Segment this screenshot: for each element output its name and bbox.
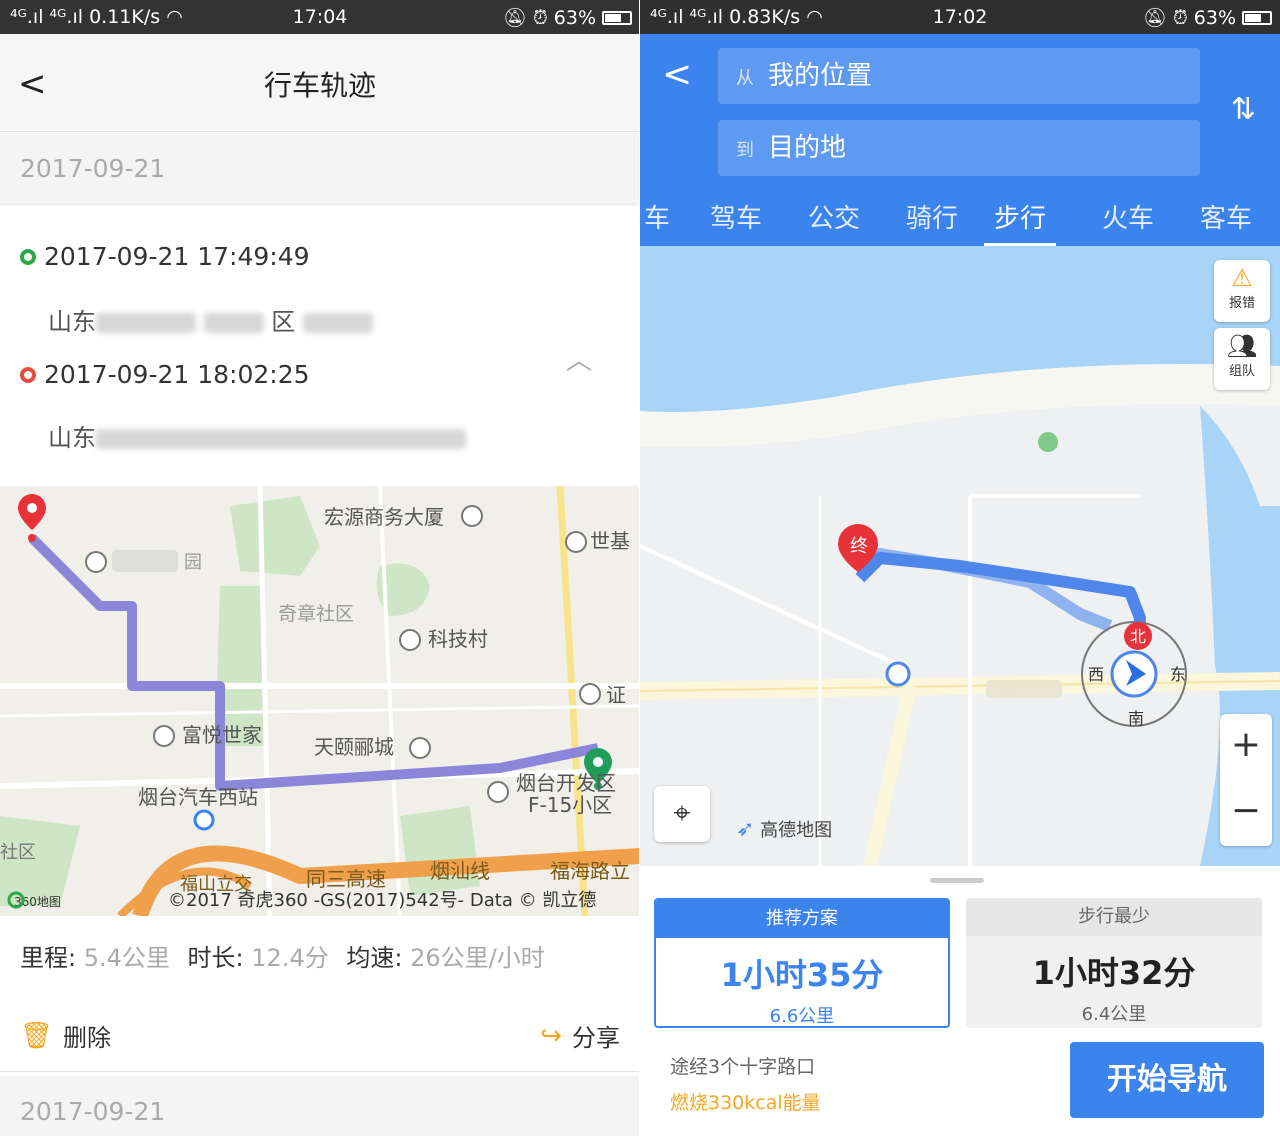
amap-logo-icon: ➶ bbox=[736, 817, 755, 842]
start-dot-icon bbox=[20, 248, 36, 265]
svg-text:东: 东 bbox=[1170, 665, 1186, 684]
map-copyright: ©2017 奇虎360 -GS(2017)542号- Data © 凯立德 bbox=[168, 890, 596, 911]
plan-least-walking[interactable]: 步行最少 1小时32分 6.4公里 bbox=[966, 898, 1262, 1028]
battery-percent: 63% bbox=[1193, 6, 1236, 29]
locate-button[interactable]: ⌖ bbox=[654, 786, 710, 842]
route-screen: ⁴ᴳ.ıl ⁴ᴳ.ıl 0.83K/s ◠ 17:02 🔕︎ ⏰︎ 63% < 从我… bbox=[640, 0, 1280, 1136]
report-error-button[interactable]: ⚠ 报错 bbox=[1214, 260, 1270, 322]
map-label-fuyu: 富悦世家 bbox=[182, 723, 262, 747]
map-label-qiche: 烟台汽车西站 bbox=[138, 785, 258, 809]
alarm-icon: ⏰︎ bbox=[1172, 6, 1188, 29]
map-label-tianyi: 天颐郦城 bbox=[314, 735, 394, 759]
amap-logo: ➶ 高德地图 bbox=[736, 817, 833, 842]
speed-value: 26公里/小时 bbox=[410, 944, 545, 972]
crosshair-icon: ⌖ bbox=[673, 796, 691, 831]
map-label-shiji: 世基 bbox=[590, 529, 630, 553]
collapse-chevron-icon[interactable]: ︿ bbox=[566, 340, 592, 377]
end-time: 2017-09-21 18:02:25 bbox=[44, 360, 310, 389]
back-button[interactable]: < bbox=[662, 54, 692, 95]
map-label-qizhang: 奇章社区 bbox=[278, 603, 354, 625]
page-title: 行车轨迹 bbox=[263, 69, 376, 102]
start-time: 2017-09-21 17:49:49 bbox=[44, 242, 310, 271]
swap-icon[interactable]: ⇅ bbox=[1231, 92, 1256, 127]
tab-bus[interactable]: 公交 bbox=[808, 198, 860, 235]
status-bar: ⁴ᴳ.ıl ⁴ᴳ.ıl 0.83K/s ◠ 17:02 🔕︎ ⏰︎ 63% bbox=[640, 0, 1280, 34]
trip-stats: 里程: 5.4公里 时长: 12.4分 均速: 26公里/小时 bbox=[20, 944, 545, 972]
date-header-2: 2017-09-21 bbox=[0, 1076, 640, 1136]
map-label-yuan: 园 bbox=[184, 552, 202, 573]
battery-icon bbox=[602, 10, 632, 25]
end-address: 山东 bbox=[48, 418, 466, 453]
map-label-keji: 科技村 bbox=[428, 627, 488, 651]
end-time-row: 2017-09-21 18:02:25 bbox=[20, 360, 310, 389]
tab-coach[interactable]: 客车 bbox=[1200, 198, 1252, 235]
start-time-row: 2017-09-21 17:49:49 bbox=[20, 242, 310, 271]
map-label-shequ: 社区 bbox=[0, 842, 36, 863]
battery-icon bbox=[1242, 10, 1272, 25]
track-screen: ⁴ᴳ.ıl ⁴ᴳ.ıl 0.11K/s ◠ 17:04 🔕︎ ⏰︎ 63% < 行车… bbox=[0, 0, 640, 1136]
duration-value: 12.4分 bbox=[251, 944, 329, 972]
start-navigation-button[interactable]: 开始导航 bbox=[1070, 1042, 1264, 1118]
trash-icon: 🗑︎ bbox=[20, 1020, 54, 1051]
route-map[interactable]: 终 北 西 东 南 ⚠ 报错 👥︎ 组队 + − ⌖ ➶ 高德地图 bbox=[640, 246, 1280, 866]
map-label-zheng: 证 bbox=[606, 683, 626, 707]
share-icon: ↪ bbox=[540, 1020, 562, 1051]
route-header: < 从我的位置 到目的地 ⇅ 车 驾车 公交 骑行 步行 火车 客车 bbox=[640, 34, 1280, 246]
mute-icon: 🔕︎ bbox=[1142, 7, 1167, 29]
share-button[interactable]: ↪ 分享 bbox=[540, 1018, 620, 1053]
map-label-hongyuan: 宏源商务大厦 bbox=[324, 505, 444, 529]
action-bar: 🗑︎ 删除 ↪ 分享 bbox=[0, 1000, 640, 1072]
tab-car-partial[interactable]: 车 bbox=[644, 198, 670, 235]
zoom-control: + − bbox=[1220, 714, 1272, 846]
date-header: 2017-09-21 bbox=[0, 133, 640, 205]
delete-button[interactable]: 🗑︎ 删除 bbox=[20, 1018, 111, 1053]
via-info: 途经3个十字路口 bbox=[670, 1056, 816, 1078]
alarm-icon: ⏰︎ bbox=[532, 6, 548, 29]
tab-drive[interactable]: 驾车 bbox=[710, 198, 762, 235]
status-bar: ⁴ᴳ.ıl ⁴ᴳ.ıl 0.11K/s ◠ 17:04 🔕︎ ⏰︎ 63% bbox=[0, 0, 640, 34]
drag-handle[interactable] bbox=[930, 878, 984, 883]
compass-icon: 北 西 东 南 bbox=[1081, 621, 1187, 728]
end-dot-icon bbox=[20, 366, 36, 383]
svg-text:北: 北 bbox=[1130, 627, 1146, 646]
distance-value: 5.4公里 bbox=[83, 944, 170, 972]
route-panel: 推荐方案 1小时35分 6.6公里 步行最少 1小时32分 6.4公里 途经3个… bbox=[640, 866, 1280, 1136]
battery-percent: 63% bbox=[553, 6, 596, 29]
svg-text:终: 终 bbox=[850, 536, 868, 557]
tab-walk[interactable]: 步行 bbox=[984, 198, 1057, 246]
plan-recommended[interactable]: 推荐方案 1小时35分 6.6公里 bbox=[654, 898, 950, 1028]
svg-text:西: 西 bbox=[1088, 665, 1104, 684]
destination-field[interactable]: 到目的地 bbox=[718, 120, 1200, 176]
tab-bike[interactable]: 骑行 bbox=[906, 198, 958, 235]
map-label-fuhai: 福海路立 bbox=[550, 859, 630, 883]
team-button[interactable]: 👥︎ 组队 bbox=[1214, 328, 1270, 390]
origin-field[interactable]: 从我的位置 bbox=[718, 48, 1200, 104]
title-bar: < 行车轨迹 bbox=[0, 34, 640, 132]
mute-icon: 🔕︎ bbox=[502, 7, 527, 29]
mode-tabs: 车 驾车 公交 骑行 步行 火车 客车 bbox=[640, 192, 1280, 246]
track-map[interactable]: 宏源商务大厦 世基 奇章社区 科技村 证 富悦世家 天颐郦城 烟台开发区 F-1… bbox=[0, 486, 640, 916]
zoom-out-button[interactable]: − bbox=[1220, 780, 1272, 846]
map-label-tongsan: 同三高速 bbox=[306, 867, 386, 891]
map-label-f15: F-15小区 bbox=[528, 793, 612, 817]
tab-train[interactable]: 火车 bbox=[1102, 198, 1154, 235]
calorie-info: 燃烧330kcal能量 bbox=[670, 1092, 821, 1114]
map-label-yanshan: 烟汕线 bbox=[430, 859, 490, 883]
zoom-in-button[interactable]: + bbox=[1220, 714, 1272, 780]
start-address: 山东 区 bbox=[48, 302, 373, 337]
warning-icon: ⚠ bbox=[1231, 264, 1253, 292]
map-label-kaifa: 烟台开发区 bbox=[516, 771, 616, 795]
group-icon: 👥︎ bbox=[1226, 332, 1258, 360]
svg-text:南: 南 bbox=[1128, 709, 1144, 728]
